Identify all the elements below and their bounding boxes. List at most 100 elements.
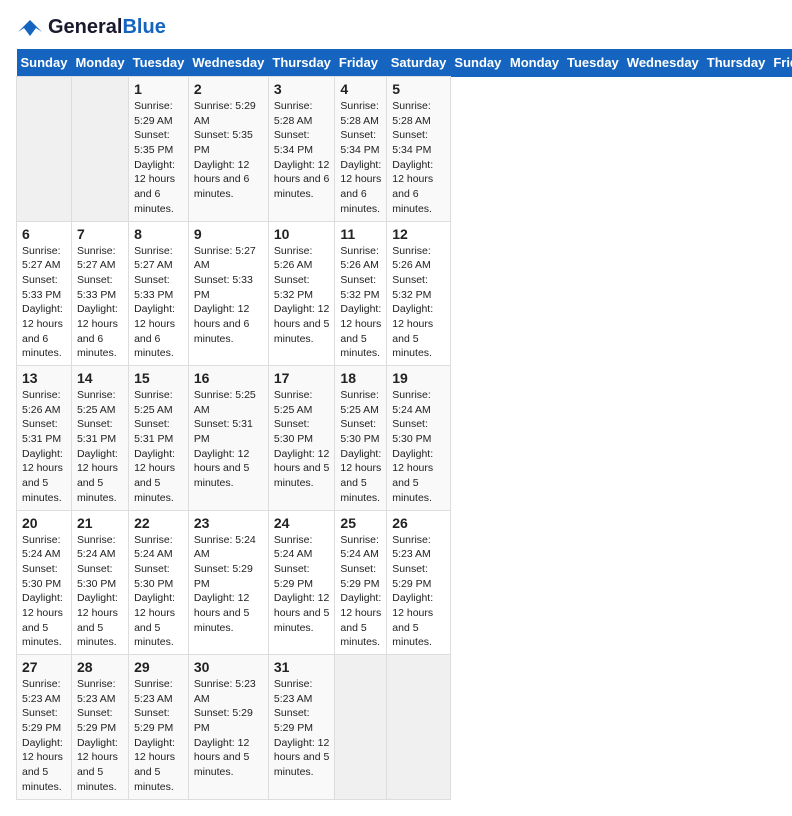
logo-text: GeneralBlue <box>48 16 166 39</box>
day-info: Sunrise: 5:23 AM Sunset: 5:29 PM Dayligh… <box>392 533 445 651</box>
day-info: Sunrise: 5:25 AM Sunset: 5:31 PM Dayligh… <box>134 388 183 506</box>
calendar-cell: 31 Sunrise: 5:23 AM Sunset: 5:29 PM Dayli… <box>268 655 335 800</box>
calendar-cell: 21 Sunrise: 5:24 AM Sunset: 5:30 PM Dayli… <box>71 510 128 655</box>
day-number: 28 <box>77 659 123 675</box>
day-number: 1 <box>134 81 183 97</box>
calendar-table: SundayMondayTuesdayWednesdayThursdayFrid… <box>16 49 792 800</box>
calendar-week-row: 1 Sunrise: 5:29 AM Sunset: 5:35 PM Daylig… <box>17 77 792 222</box>
calendar-cell: 15 Sunrise: 5:25 AM Sunset: 5:31 PM Dayli… <box>129 366 189 511</box>
day-info: Sunrise: 5:26 AM Sunset: 5:32 PM Dayligh… <box>392 244 445 362</box>
calendar-cell <box>71 77 128 222</box>
calendar-cell: 8Sunrise: 5:27 AM Sunset: 5:33 PM Daylig… <box>129 221 189 366</box>
calendar-cell: 11 Sunrise: 5:26 AM Sunset: 5:32 PM Dayli… <box>335 221 387 366</box>
day-number: 22 <box>134 515 183 531</box>
day-info: Sunrise: 5:24 AM Sunset: 5:29 PM Dayligh… <box>194 533 263 636</box>
day-info: Sunrise: 5:24 AM Sunset: 5:30 PM Dayligh… <box>392 388 445 506</box>
logo: GeneralBlue <box>16 16 166 39</box>
day-info: Sunrise: 5:26 AM Sunset: 5:32 PM Dayligh… <box>340 244 381 362</box>
calendar-header-monday: Monday <box>506 49 563 77</box>
calendar-cell <box>335 655 387 800</box>
calendar-cell: 20 Sunrise: 5:24 AM Sunset: 5:30 PM Dayli… <box>17 510 72 655</box>
calendar-cell: 3 Sunrise: 5:28 AM Sunset: 5:34 PM Daylig… <box>268 77 335 222</box>
day-number: 13 <box>22 370 66 386</box>
calendar-cell: 28 Sunrise: 5:23 AM Sunset: 5:29 PM Dayli… <box>71 655 128 800</box>
calendar-header-wednesday: Wednesday <box>188 49 268 77</box>
day-number: 17 <box>274 370 330 386</box>
day-info: Sunrise: 5:28 AM Sunset: 5:34 PM Dayligh… <box>392 99 445 217</box>
day-number: 29 <box>134 659 183 675</box>
calendar-cell: 16 Sunrise: 5:25 AM Sunset: 5:31 PM Dayli… <box>188 366 268 511</box>
day-info: Sunrise: 5:23 AM Sunset: 5:29 PM Dayligh… <box>274 677 330 780</box>
calendar-cell: 1 Sunrise: 5:29 AM Sunset: 5:35 PM Daylig… <box>129 77 189 222</box>
calendar-cell: 27Sunrise: 5:23 AM Sunset: 5:29 PM Dayli… <box>17 655 72 800</box>
calendar-cell: 17 Sunrise: 5:25 AM Sunset: 5:30 PM Dayli… <box>268 366 335 511</box>
calendar-cell: 30 Sunrise: 5:23 AM Sunset: 5:29 PM Dayli… <box>188 655 268 800</box>
day-number: 30 <box>194 659 263 675</box>
day-number: 15 <box>134 370 183 386</box>
day-number: 7 <box>77 226 123 242</box>
day-info: Sunrise: 5:25 AM Sunset: 5:30 PM Dayligh… <box>274 388 330 491</box>
day-info: Sunrise: 5:24 AM Sunset: 5:30 PM Dayligh… <box>77 533 123 651</box>
calendar-header-sunday: Sunday <box>450 49 505 77</box>
day-info: Sunrise: 5:23 AM Sunset: 5:29 PM Dayligh… <box>134 677 183 795</box>
day-number: 11 <box>340 226 381 242</box>
calendar-header-monday: Monday <box>71 49 128 77</box>
calendar-week-row: 13Sunrise: 5:26 AM Sunset: 5:31 PM Dayli… <box>17 366 792 511</box>
calendar-cell: 12 Sunrise: 5:26 AM Sunset: 5:32 PM Dayli… <box>387 221 451 366</box>
day-number: 12 <box>392 226 445 242</box>
day-info: Sunrise: 5:27 AM Sunset: 5:33 PM Dayligh… <box>194 244 263 347</box>
calendar-cell: 9 Sunrise: 5:27 AM Sunset: 5:33 PM Daylig… <box>188 221 268 366</box>
day-number: 16 <box>194 370 263 386</box>
day-info: Sunrise: 5:28 AM Sunset: 5:34 PM Dayligh… <box>274 99 330 202</box>
day-number: 31 <box>274 659 330 675</box>
day-number: 6 <box>22 226 66 242</box>
calendar-header-sunday: Sunday <box>17 49 72 77</box>
calendar-cell: 18Sunrise: 5:25 AM Sunset: 5:30 PM Dayli… <box>335 366 387 511</box>
calendar-cell: 24Sunrise: 5:24 AM Sunset: 5:29 PM Dayli… <box>268 510 335 655</box>
day-number: 19 <box>392 370 445 386</box>
calendar-cell: 23Sunrise: 5:24 AM Sunset: 5:29 PM Dayli… <box>188 510 268 655</box>
calendar-cell: 26Sunrise: 5:23 AM Sunset: 5:29 PM Dayli… <box>387 510 451 655</box>
calendar-cell: 19 Sunrise: 5:24 AM Sunset: 5:30 PM Dayli… <box>387 366 451 511</box>
day-number: 21 <box>77 515 123 531</box>
calendar-header-thursday: Thursday <box>703 49 770 77</box>
calendar-header-wednesday: Wednesday <box>623 49 703 77</box>
calendar-header-tuesday: Tuesday <box>563 49 623 77</box>
day-info: Sunrise: 5:24 AM Sunset: 5:29 PM Dayligh… <box>340 533 381 651</box>
day-info: Sunrise: 5:29 AM Sunset: 5:35 PM Dayligh… <box>134 99 183 217</box>
day-info: Sunrise: 5:29 AM Sunset: 5:35 PM Dayligh… <box>194 99 263 202</box>
page-header: GeneralBlue <box>16 16 776 39</box>
calendar-cell: 2Sunrise: 5:29 AM Sunset: 5:35 PM Daylig… <box>188 77 268 222</box>
day-number: 25 <box>340 515 381 531</box>
day-number: 20 <box>22 515 66 531</box>
day-info: Sunrise: 5:25 AM Sunset: 5:30 PM Dayligh… <box>340 388 381 506</box>
calendar-cell <box>17 77 72 222</box>
day-info: Sunrise: 5:25 AM Sunset: 5:31 PM Dayligh… <box>194 388 263 491</box>
day-number: 9 <box>194 226 263 242</box>
day-info: Sunrise: 5:28 AM Sunset: 5:34 PM Dayligh… <box>340 99 381 217</box>
calendar-cell: 6Sunrise: 5:27 AM Sunset: 5:33 PM Daylig… <box>17 221 72 366</box>
day-info: Sunrise: 5:24 AM Sunset: 5:30 PM Dayligh… <box>22 533 66 651</box>
calendar-cell: 5 Sunrise: 5:28 AM Sunset: 5:34 PM Daylig… <box>387 77 451 222</box>
day-number: 10 <box>274 226 330 242</box>
day-info: Sunrise: 5:23 AM Sunset: 5:29 PM Dayligh… <box>22 677 66 795</box>
calendar-cell: 4Sunrise: 5:28 AM Sunset: 5:34 PM Daylig… <box>335 77 387 222</box>
calendar-cell: 13Sunrise: 5:26 AM Sunset: 5:31 PM Dayli… <box>17 366 72 511</box>
calendar-cell: 14Sunrise: 5:25 AM Sunset: 5:31 PM Dayli… <box>71 366 128 511</box>
day-info: Sunrise: 5:23 AM Sunset: 5:29 PM Dayligh… <box>194 677 263 780</box>
calendar-header-saturday: Saturday <box>387 49 451 77</box>
logo-icon <box>16 18 44 38</box>
day-info: Sunrise: 5:25 AM Sunset: 5:31 PM Dayligh… <box>77 388 123 506</box>
calendar-header-tuesday: Tuesday <box>129 49 189 77</box>
day-info: Sunrise: 5:23 AM Sunset: 5:29 PM Dayligh… <box>77 677 123 795</box>
day-info: Sunrise: 5:27 AM Sunset: 5:33 PM Dayligh… <box>77 244 123 362</box>
calendar-cell: 29 Sunrise: 5:23 AM Sunset: 5:29 PM Dayli… <box>129 655 189 800</box>
day-info: Sunrise: 5:26 AM Sunset: 5:32 PM Dayligh… <box>274 244 330 347</box>
day-info: Sunrise: 5:27 AM Sunset: 5:33 PM Dayligh… <box>134 244 183 362</box>
calendar-cell: 22 Sunrise: 5:24 AM Sunset: 5:30 PM Dayli… <box>129 510 189 655</box>
calendar-cell <box>387 655 451 800</box>
day-number: 5 <box>392 81 445 97</box>
day-number: 3 <box>274 81 330 97</box>
calendar-header-row: SundayMondayTuesdayWednesdayThursdayFrid… <box>17 49 792 77</box>
day-info: Sunrise: 5:24 AM Sunset: 5:30 PM Dayligh… <box>134 533 183 651</box>
